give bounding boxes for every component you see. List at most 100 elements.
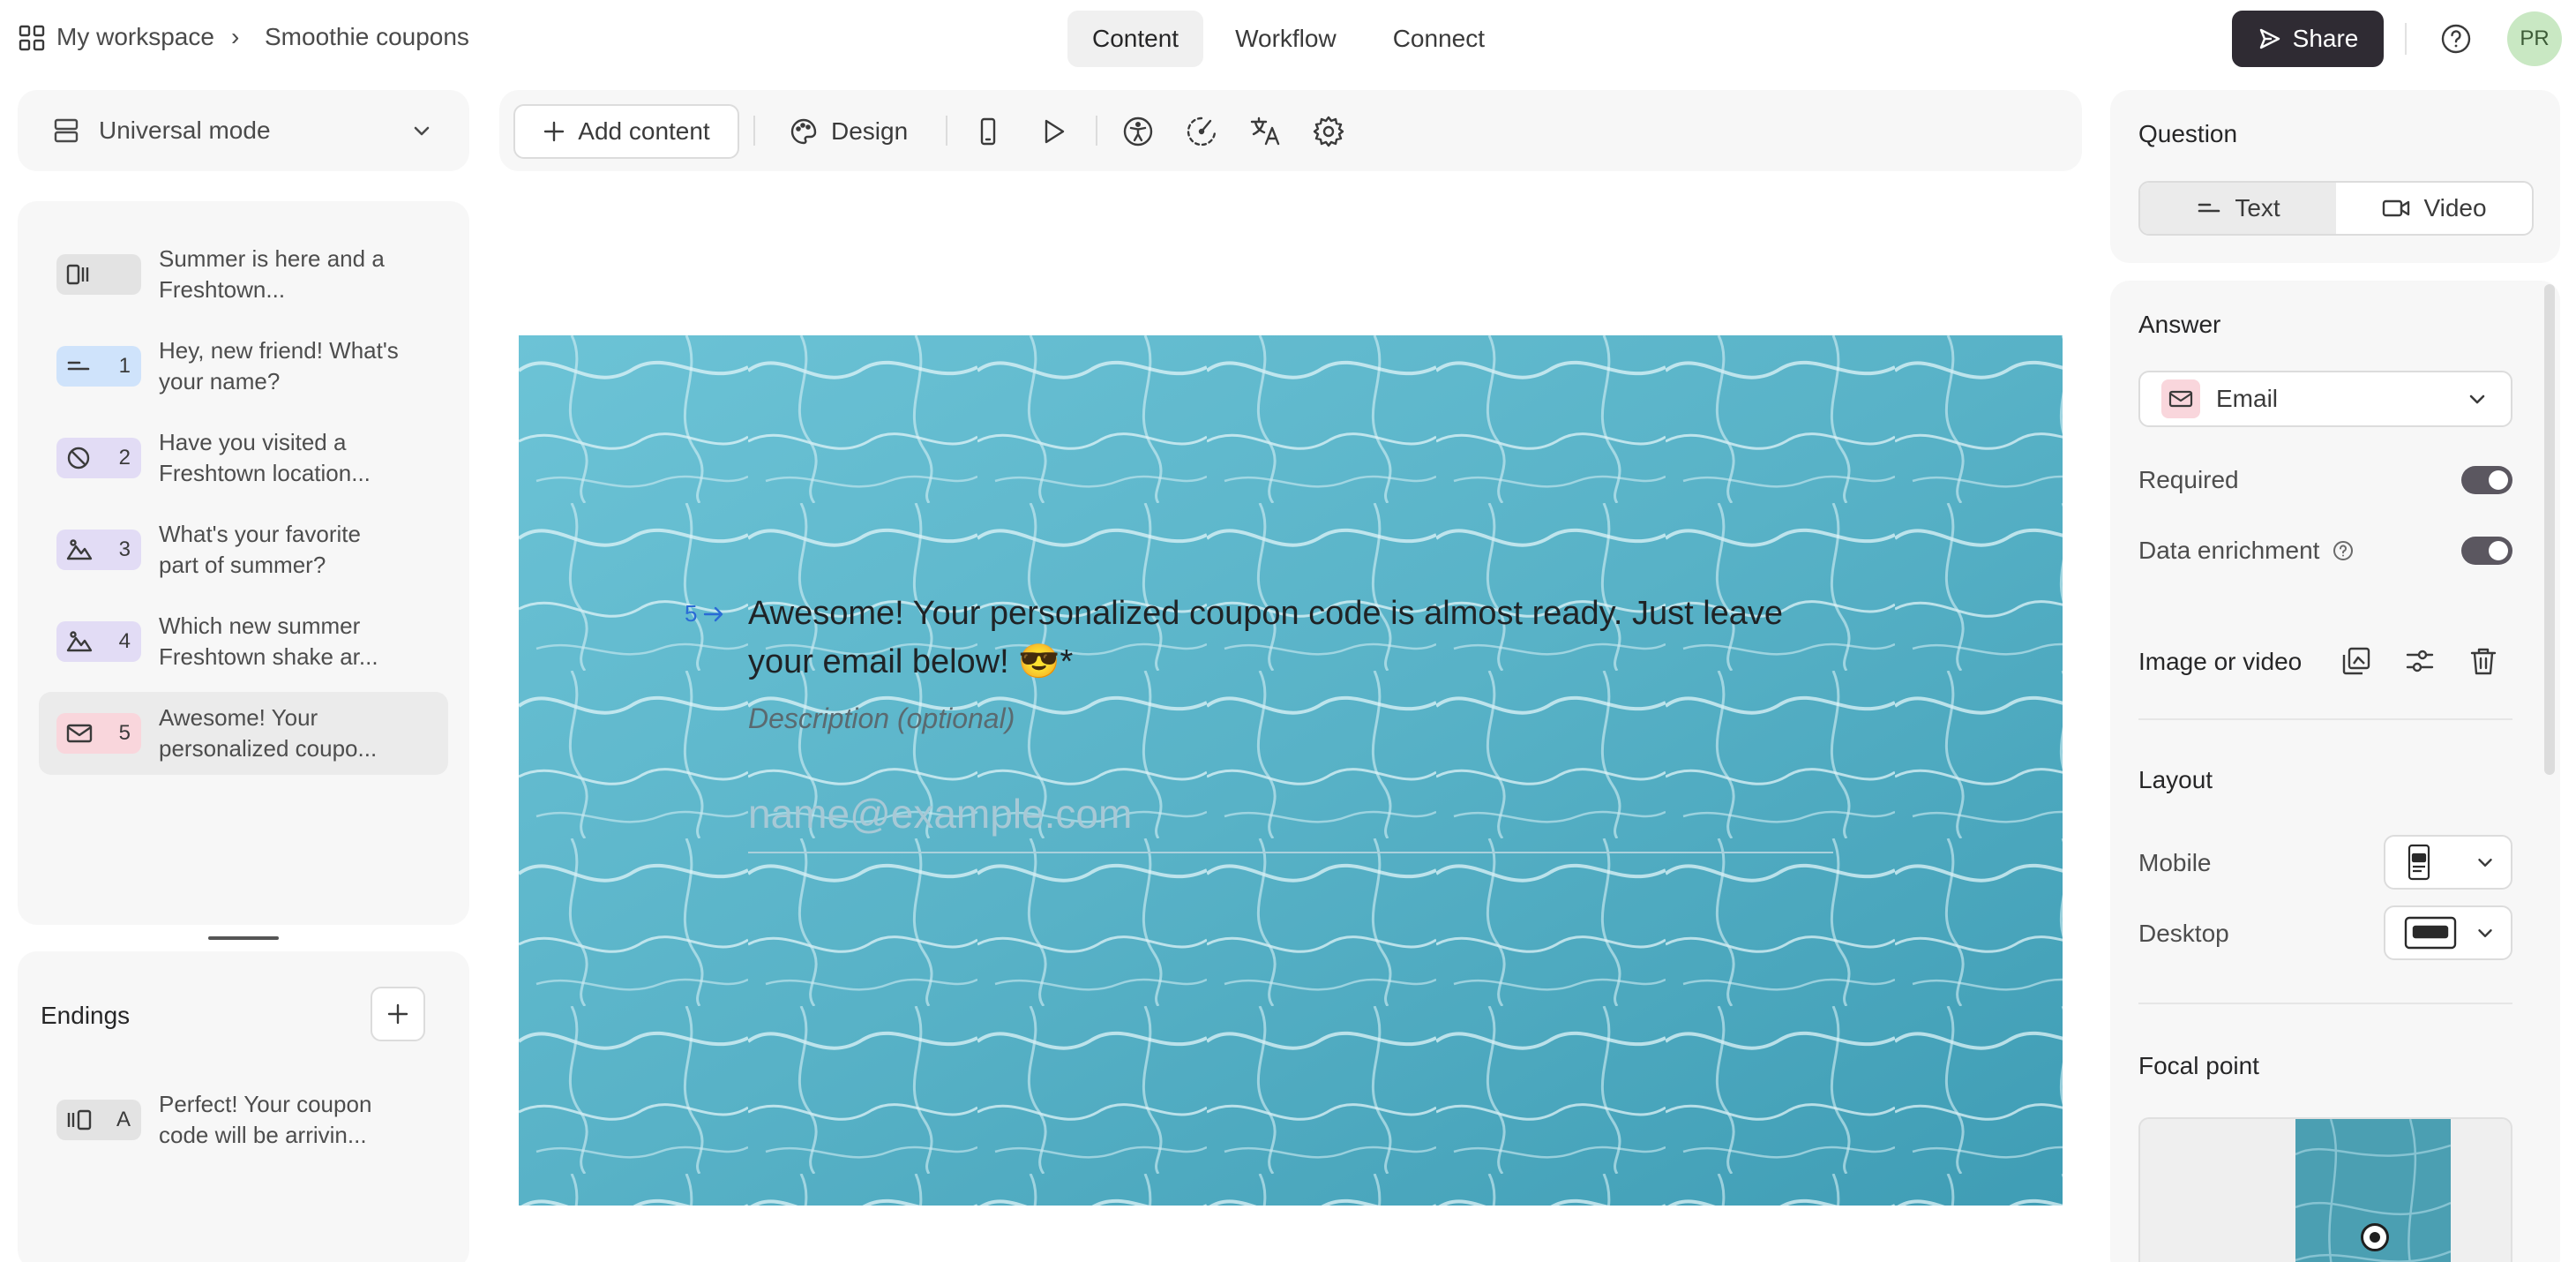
yes-no-icon [65, 445, 92, 471]
breadcrumb-form-title[interactable]: Smoothie coupons [265, 23, 469, 51]
tab-content[interactable]: Content [1067, 11, 1204, 67]
question-type-video[interactable]: Video [2336, 183, 2532, 234]
question-type-text[interactable]: Text [2140, 183, 2336, 234]
focal-point-picker[interactable] [2138, 1117, 2512, 1262]
main-tabs: Content Workflow Connect [1067, 11, 1509, 67]
email-answer-input[interactable]: name@example.com [748, 790, 1833, 853]
mode-label: Universal mode [99, 116, 271, 144]
question-item-1[interactable]: 1 Hey, new friend! What's your name? [39, 325, 448, 408]
desktop-layout-select[interactable] [2384, 905, 2512, 960]
required-toggle[interactable] [2461, 466, 2512, 494]
question-badge: 2 [56, 438, 141, 478]
picture-choice-icon [65, 629, 94, 654]
question-text: Awesome! Your personalized coupo... [159, 704, 378, 762]
plus-icon [543, 120, 565, 143]
desktop-layout-label: Desktop [2138, 920, 2229, 947]
breadcrumb-separator: › [231, 23, 240, 50]
question-list: Summer is here and a Freshtown... 1 Hey,… [18, 201, 469, 925]
settings-gear-icon[interactable] [1311, 114, 1346, 149]
info-icon[interactable] [2331, 538, 2355, 563]
chevron-down-icon [2465, 387, 2490, 411]
add-ending-button[interactable] [371, 987, 425, 1041]
question-type-video-label: Video [2423, 194, 2487, 222]
question-settings-panel [2110, 90, 2560, 263]
question-section-title: Question [2138, 120, 2238, 147]
question-number: 5 [118, 721, 131, 745]
answer-type-label: Email [2216, 385, 2279, 412]
ending-item-a[interactable]: A Perfect! Your coupon code will be arri… [39, 1078, 452, 1161]
mobile-layout-icon [2403, 843, 2435, 882]
question-number-indicator: 5 [685, 600, 725, 627]
tab-connect[interactable]: Connect [1368, 11, 1509, 67]
question-badge: 1 [56, 346, 141, 387]
logic-icon[interactable] [1184, 114, 1219, 149]
question-number-text: 5 [685, 600, 698, 627]
share-label: Share [2292, 25, 2359, 52]
chevron-down-icon [2474, 921, 2497, 944]
email-icon [2161, 379, 2200, 418]
section-divider [2138, 1003, 2512, 1004]
toolbar-divider [1096, 116, 1097, 146]
translate-icon[interactable] [1247, 114, 1283, 149]
plus-icon [386, 1002, 410, 1026]
endings-title: Endings [41, 1002, 131, 1029]
question-number: 4 [118, 629, 131, 653]
data-enrichment-toggle[interactable] [2461, 537, 2512, 565]
short-text-icon [65, 356, 92, 377]
question-item-2[interactable]: 2 Have you visited a Freshtown location.… [39, 417, 448, 500]
question-number: 3 [118, 537, 131, 561]
design-label: Design [831, 117, 909, 145]
play-icon[interactable] [1036, 114, 1071, 149]
share-button[interactable]: Share [2232, 11, 2384, 67]
chevron-down-icon [409, 118, 434, 143]
replace-media-icon[interactable] [2340, 644, 2373, 678]
header-divider [2405, 23, 2407, 55]
image-video-label: Image or video [2138, 648, 2303, 675]
question-text: What's your favorite part of summer? [159, 521, 361, 578]
question-badge: 3 [56, 530, 141, 570]
settings-scrollbar[interactable] [2544, 284, 2555, 775]
question-text: Summer is here and a Freshtown... [159, 245, 385, 303]
question-item-welcome[interactable]: Summer is here and a Freshtown... [39, 233, 448, 316]
welcome-screen-icon [65, 262, 94, 287]
add-content-button[interactable]: Add content [513, 104, 739, 159]
ending-letter: A [116, 1108, 131, 1131]
question-item-5[interactable]: 5 Awesome! Your personalized coupo... [39, 692, 448, 775]
mobile-layout-select[interactable] [2384, 835, 2512, 890]
desktop-layout-icon [2403, 914, 2458, 951]
answer-type-select[interactable]: Email [2138, 371, 2512, 427]
question-item-4[interactable]: 4 Which new summer Freshtown shake ar... [39, 600, 448, 683]
send-icon [2258, 26, 2282, 51]
form-preview-canvas[interactable] [519, 335, 2063, 1206]
toolbar-divider [946, 116, 947, 146]
focal-point-handle[interactable] [2361, 1223, 2389, 1251]
text-lines-icon [2196, 199, 2222, 218]
picture-choice-icon [65, 537, 94, 562]
question-type-text-label: Text [2235, 194, 2280, 222]
question-title[interactable]: Awesome! Your personalized coupon code i… [748, 590, 1851, 687]
apps-grid-icon[interactable] [18, 24, 46, 52]
question-item-3[interactable]: 3 What's your favorite part of summer? [39, 508, 448, 591]
question-description[interactable]: Description (optional) [748, 702, 1015, 735]
water-background-image [519, 335, 2063, 1206]
mobile-preview-icon[interactable] [970, 114, 1006, 149]
question-badge: 5 [56, 713, 141, 754]
arrow-right-icon [702, 605, 725, 624]
delete-trash-icon[interactable] [2467, 644, 2500, 678]
tab-workflow[interactable]: Workflow [1210, 11, 1361, 67]
layout-section-title: Layout [2138, 766, 2213, 793]
breadcrumb-workspace[interactable]: My workspace [56, 23, 214, 51]
mobile-layout-label: Mobile [2138, 849, 2212, 876]
accessibility-icon[interactable] [1120, 114, 1156, 149]
adjust-sliders-icon[interactable] [2403, 644, 2437, 678]
panel-resize-handle[interactable] [208, 936, 279, 940]
mode-selector[interactable]: Universal mode [18, 90, 469, 171]
section-divider [2138, 718, 2512, 720]
design-button[interactable]: Design [789, 104, 908, 159]
help-icon[interactable] [2438, 21, 2474, 56]
question-number: 1 [118, 354, 131, 378]
question-text: Which new summer Freshtown shake ar... [159, 612, 378, 670]
email-icon [65, 722, 94, 745]
focal-point-title: Focal point [2138, 1052, 2259, 1079]
user-avatar[interactable]: PR [2507, 11, 2562, 66]
